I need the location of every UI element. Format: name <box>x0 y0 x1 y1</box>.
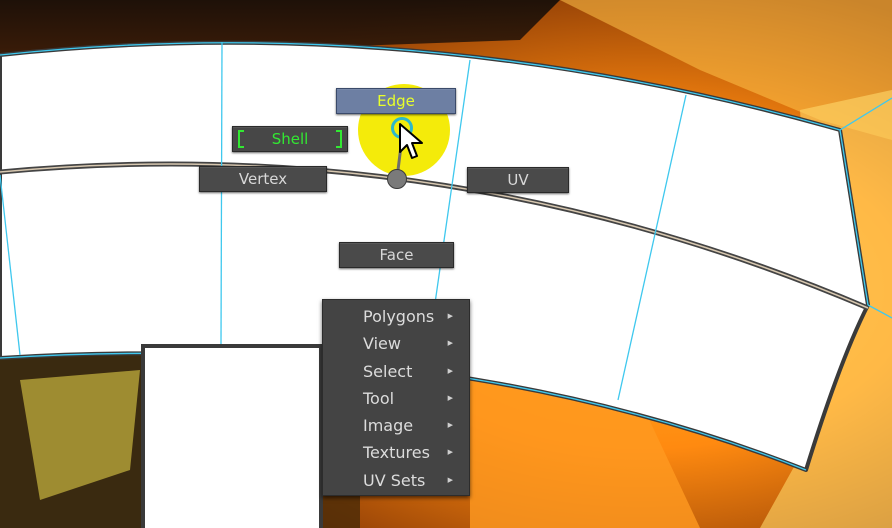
triangle-right-icon: ▶ <box>447 448 453 457</box>
shell-button[interactable]: Shell <box>232 126 348 152</box>
face-label: Face <box>379 246 414 264</box>
marking-menu-origin-dot <box>387 169 407 189</box>
triangle-right-icon: ▶ <box>447 366 453 375</box>
triangle-right-icon: ▶ <box>447 312 453 320</box>
menu-item-view[interactable]: View ▶ <box>323 330 469 357</box>
menu-item-uv-sets[interactable]: UV Sets ▶ <box>323 467 469 494</box>
vertex-button[interactable]: Vertex <box>199 166 327 192</box>
uv-editor-viewport[interactable]: Edge Shell Vertex UV Face Polygons ▶ Vie… <box>0 0 892 528</box>
uv-label: UV <box>507 171 529 189</box>
menu-item-label: Polygons <box>363 307 435 326</box>
mouse-cursor-icon <box>399 123 423 159</box>
triangle-right-icon: ▶ <box>447 393 453 402</box>
bracket-right-icon <box>336 130 342 148</box>
context-menu: Polygons ▶ View ▶ Select ▶ Tool ▶ Image … <box>322 299 470 496</box>
menu-item-label: Image <box>363 416 414 436</box>
menu-item-label: Textures <box>363 443 430 463</box>
menu-item-tool[interactable]: Tool ▶ <box>323 385 469 412</box>
edge-label: Edge <box>377 92 415 110</box>
shell-label: Shell <box>271 130 309 148</box>
bracket-left-icon <box>238 130 244 148</box>
triangle-right-icon: ▶ <box>447 421 453 430</box>
triangle-right-icon: ▶ <box>447 475 453 484</box>
vertex-label: Vertex <box>238 170 288 188</box>
menu-item-label: UV Sets <box>363 470 426 490</box>
menu-item-label: View <box>363 334 401 354</box>
menu-item-image[interactable]: Image ▶ <box>323 412 469 439</box>
triangle-right-icon: ▶ <box>447 339 453 348</box>
edge-button[interactable]: Edge <box>336 88 456 114</box>
menu-item-textures[interactable]: Textures ▶ <box>323 439 469 466</box>
menu-item-label: Tool <box>363 388 395 408</box>
uv-shell-lower <box>141 344 323 528</box>
face-button[interactable]: Face <box>339 242 454 268</box>
menu-item-label: Select <box>363 361 413 381</box>
menu-item-select[interactable]: Select ▶ <box>323 358 469 385</box>
menu-item-polygons[interactable]: Polygons ▶ <box>323 303 469 330</box>
uv-button[interactable]: UV <box>467 167 569 193</box>
